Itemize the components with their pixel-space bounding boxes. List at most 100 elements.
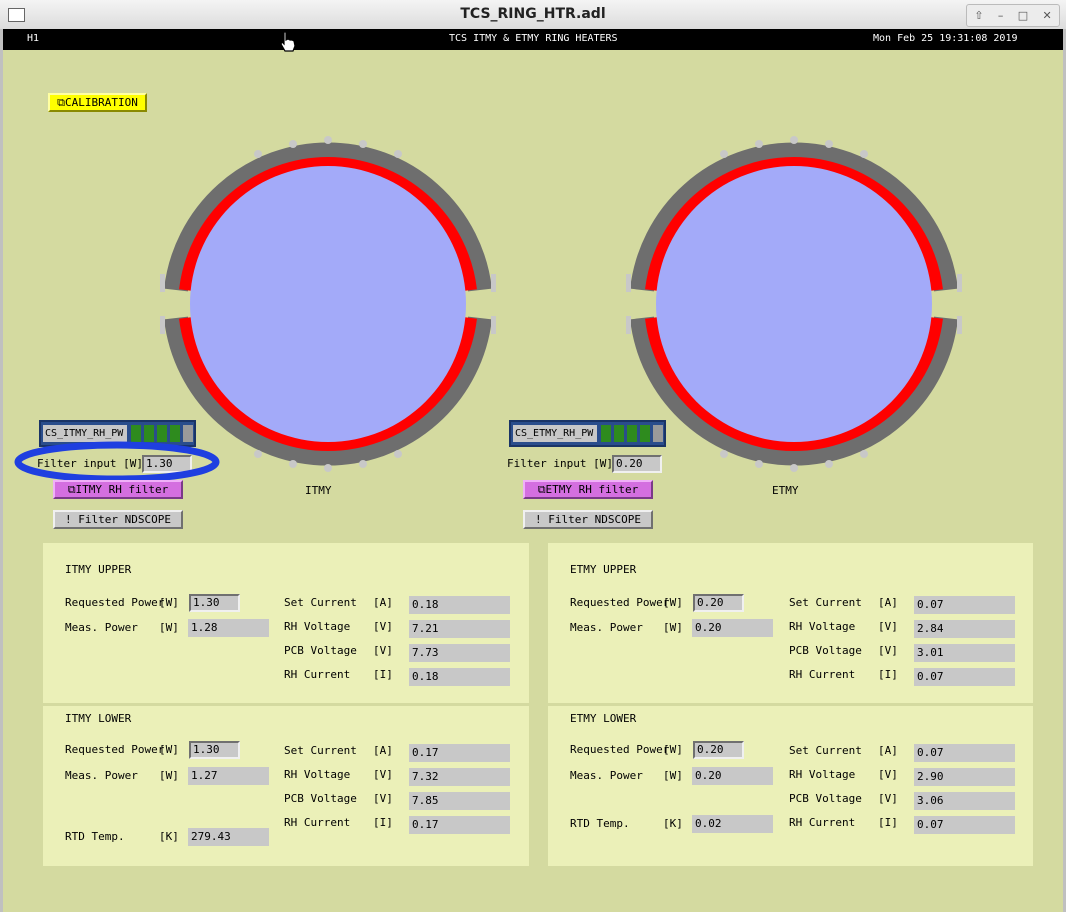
etmy-upper-rh-current-readout: 0.07 <box>914 668 1015 686</box>
pcb-voltage-label: PCB Voltage <box>789 792 862 805</box>
hand-cursor-icon <box>280 31 296 52</box>
unit-label: [W] <box>663 743 683 756</box>
unit-label: [K] <box>663 817 683 830</box>
etmy-ndscope-button[interactable]: ! Filter NDSCOPE <box>523 510 653 529</box>
etmy-upper-meas-power-readout: 0.20 <box>692 619 773 637</box>
unit-label: [V] <box>373 768 393 781</box>
etmy-power-widget-name: CS_ETMY_RH_PW <box>513 425 597 442</box>
requested-power-label: Requested Power <box>570 743 670 756</box>
maximize-window-icon[interactable]: □ <box>1018 9 1028 22</box>
etmy-power-widget[interactable]: CS_ETMY_RH_PW <box>509 420 666 447</box>
unit-label: [V] <box>878 768 898 781</box>
etmy-upper-panel: ETMY UPPER Requested Power [W] 0.20 Meas… <box>548 543 1033 703</box>
set-current-label: Set Current <box>789 744 862 757</box>
rh-voltage-label: RH Voltage <box>284 768 351 781</box>
etmy-lower-rh-current-readout: 0.07 <box>914 816 1015 834</box>
etmy-lower-rtd-temp-readout: 0.02 <box>692 815 773 833</box>
meas-power-label: Meas. Power <box>570 621 643 634</box>
etmy-filter-input-label: Filter input [W] <box>507 457 613 470</box>
etmy-upper-pcb-voltage-readout: 3.01 <box>914 644 1015 662</box>
etmy-filter-input[interactable]: 0.20 <box>612 455 662 473</box>
etmy-label: ETMY <box>772 484 799 497</box>
window-controls: ⇧ – □ ✕ <box>966 4 1060 27</box>
unit-label: [W] <box>663 596 683 609</box>
etmy-power-led <box>601 425 611 442</box>
itmy-upper-requested-power-input[interactable]: 1.30 <box>189 594 240 612</box>
itmy-lower-panel: ITMY LOWER Requested Power [W] 1.30 Meas… <box>43 706 529 866</box>
etmy-upper-rh-voltage-readout: 2.84 <box>914 620 1015 638</box>
unit-label: [W] <box>159 769 179 782</box>
rh-current-label: RH Current <box>789 816 856 829</box>
meas-power-label: Meas. Power <box>65 621 138 634</box>
rh-current-label: RH Current <box>284 668 351 681</box>
etmy-mirror <box>656 166 932 442</box>
etmy-lower-set-current-readout: 0.07 <box>914 744 1015 762</box>
rh-voltage-label: RH Voltage <box>284 620 351 633</box>
minimize-window-icon[interactable]: – <box>998 9 1004 22</box>
etmy-rh-filter-button[interactable]: ⧉ETMY RH filter <box>523 480 653 499</box>
etmy-lower-meas-power-readout: 0.20 <box>692 767 773 785</box>
unit-label: [W] <box>159 621 179 634</box>
etmy-lower-requested-power-input[interactable]: 0.20 <box>693 741 744 759</box>
unit-label: [V] <box>878 792 898 805</box>
etmy-power-led <box>614 425 624 442</box>
etmy-ring-diagram <box>626 136 962 472</box>
etmy-lower-panel: ETMY LOWER Requested Power [W] 0.20 Meas… <box>548 706 1033 866</box>
unit-label: [A] <box>878 744 898 757</box>
highlight-ellipse <box>14 441 220 483</box>
itmy-lower-rh-current-readout: 0.17 <box>409 816 510 834</box>
pcb-voltage-label: PCB Voltage <box>789 644 862 657</box>
requested-power-label: Requested Power <box>65 596 165 609</box>
close-window-icon[interactable]: ✕ <box>1043 9 1052 22</box>
unit-label: [I] <box>373 668 393 681</box>
itmy-lower-rtd-temp-readout: 279.43 <box>188 828 269 846</box>
requested-power-label: Requested Power <box>65 743 165 756</box>
unit-label: [V] <box>373 644 393 657</box>
window-title: TCS_RING_HTR.adl <box>460 6 606 22</box>
panel-title: ETMY UPPER <box>570 563 637 576</box>
etmy-power-led <box>653 425 663 442</box>
etmy-lower-rh-voltage-readout: 2.90 <box>914 768 1015 786</box>
unit-label: [A] <box>373 744 393 757</box>
unit-label: [W] <box>159 743 179 756</box>
header-bar: H1 TCS ITMY & ETMY RING HEATERS Mon Feb … <box>3 29 1063 50</box>
unit-label: [I] <box>878 816 898 829</box>
rh-voltage-label: RH Voltage <box>789 620 856 633</box>
itmy-ndscope-button[interactable]: ! Filter NDSCOPE <box>53 510 183 529</box>
itmy-upper-pcb-voltage-readout: 7.73 <box>409 644 510 662</box>
itmy-lower-set-current-readout: 0.17 <box>409 744 510 762</box>
set-current-label: Set Current <box>284 596 357 609</box>
pcb-voltage-label: PCB Voltage <box>284 644 357 657</box>
unit-label: [V] <box>373 620 393 633</box>
rh-voltage-label: RH Voltage <box>789 768 856 781</box>
unit-label: [K] <box>159 830 179 843</box>
requested-power-label: Requested Power <box>570 596 670 609</box>
etmy-power-led <box>640 425 650 442</box>
panel-title: ITMY LOWER <box>65 712 132 725</box>
itmy-label: ITMY <box>305 484 332 497</box>
itmy-upper-rh-current-readout: 0.18 <box>409 668 510 686</box>
etmy-upper-set-current-readout: 0.07 <box>914 596 1015 614</box>
datetime-readout: Mon Feb 25 19:31:08 2019 <box>873 33 1018 44</box>
itmy-lower-pcb-voltage-readout: 7.85 <box>409 792 510 810</box>
itmy-lower-requested-power-input[interactable]: 1.30 <box>189 741 240 759</box>
itmy-upper-panel: ITMY UPPER Requested Power [W] 1.30 Meas… <box>43 543 529 703</box>
itmy-upper-meas-power-readout: 1.28 <box>188 619 269 637</box>
meas-power-label: Meas. Power <box>570 769 643 782</box>
window-titlebar: TCS_RING_HTR.adl ⇧ – □ ✕ <box>0 0 1066 30</box>
unit-label: [V] <box>878 644 898 657</box>
panel-title: ETMY LOWER <box>570 712 637 725</box>
etmy-upper-requested-power-input[interactable]: 0.20 <box>693 594 744 612</box>
calibration-button[interactable]: ⧉CALIBRATION <box>48 93 147 112</box>
pcb-voltage-label: PCB Voltage <box>284 792 357 805</box>
unit-label: [V] <box>878 620 898 633</box>
set-current-label: Set Current <box>284 744 357 757</box>
meas-power-label: Meas. Power <box>65 769 138 782</box>
unit-label: [V] <box>373 792 393 805</box>
window-border-left <box>0 29 3 912</box>
itmy-rh-filter-button[interactable]: ⧉ITMY RH filter <box>53 480 183 499</box>
shade-window-icon[interactable]: ⇧ <box>974 9 983 22</box>
site-label: H1 <box>27 33 40 44</box>
itmy-mirror <box>190 166 466 442</box>
itmy-ring-diagram <box>160 136 496 472</box>
